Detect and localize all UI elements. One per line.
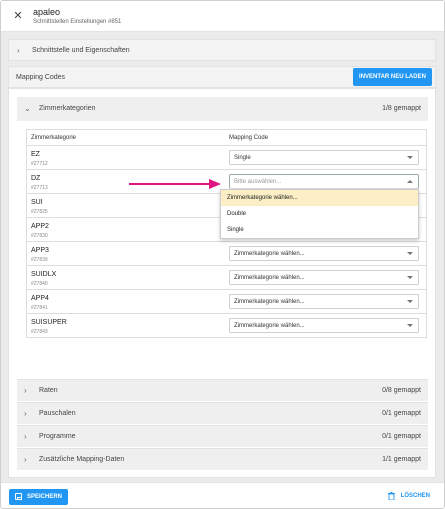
delete-button[interactable]: LÖSCHEN: [387, 492, 430, 500]
mapping-codes-bar: Mapping Codes INVENTAR NEU LADEN: [8, 66, 436, 88]
category-id: #27713: [31, 185, 48, 191]
category-code: SUISUPER: [31, 319, 67, 326]
category-code: SUIDLX: [31, 271, 57, 278]
mapping-select[interactable]: Zimmerkategorie wählen...: [229, 294, 419, 309]
section-label: Pauschalen: [39, 410, 76, 417]
mapping-select[interactable]: Zimmerkategorie wählen...: [229, 318, 419, 333]
select-placeholder: Bitte auswählen...: [234, 179, 282, 185]
mapping-select[interactable]: Zimmerkategorie wählen...: [229, 246, 419, 261]
mapped-count: 0/1 gemappt: [382, 410, 421, 417]
select-value: Zimmerkategorie wählen...: [234, 323, 305, 329]
save-icon: [15, 493, 22, 500]
section-zimmerkategorien-header[interactable]: ⌄ Zimmerkategorien 1/8 gemappt: [17, 97, 428, 121]
table-row: APP4 #27841 Zimmerkategorie wählen...: [27, 290, 426, 314]
section-label: Zusätzliche Mapping-Daten: [39, 456, 125, 463]
caret-down-icon: [407, 300, 413, 303]
delete-label: LÖSCHEN: [400, 493, 430, 499]
chevron-right-icon: ›: [24, 432, 27, 441]
column-header-mapping: Mapping Code: [229, 135, 269, 141]
dialog: ✕ apaleo Schnittstellen Einstellungen #8…: [0, 0, 445, 509]
dialog-footer: SPEICHERN LÖSCHEN: [1, 482, 444, 508]
category-code: DZ: [31, 175, 41, 182]
mapped-count: 0/1 gemappt: [382, 433, 421, 440]
caret-down-icon: [407, 324, 413, 327]
table-row: APP3 #27839 Zimmerkategorie wählen...: [27, 242, 426, 266]
table-header: Zimmerkategorie Mapping Code: [27, 130, 426, 146]
chevron-right-icon: ›: [24, 409, 27, 418]
category-id: #27830: [31, 233, 48, 239]
chevron-right-icon: ›: [24, 455, 27, 464]
trash-icon: [387, 492, 395, 500]
mapping-codes-label: Mapping Codes: [16, 74, 66, 81]
save-label: SPEICHERN: [27, 494, 63, 500]
mapping-panel: ⌄ Zimmerkategorien 1/8 gemappt Zimmerkat…: [8, 88, 436, 478]
caret-down-icon: [407, 156, 413, 159]
dropdown-option[interactable]: Single: [221, 222, 418, 238]
save-button[interactable]: SPEICHERN: [9, 489, 68, 505]
table-row: SUISUPER #27843 Zimmerkategorie wählen..…: [27, 314, 426, 338]
section-label: Zimmerkategorien: [39, 105, 96, 112]
chevron-right-icon: ›: [17, 46, 20, 55]
caret-down-icon: [407, 252, 413, 255]
mapping-dropdown-menu: Zimmerkategorie wählen... Double Single: [220, 189, 419, 239]
mapped-count: 0/8 gemappt: [382, 387, 421, 394]
category-id: #27839: [31, 257, 48, 263]
table-row: SUIDLX #27840 Zimmerkategorie wählen...: [27, 266, 426, 290]
select-value: Zimmerkategorie wählen...: [234, 251, 305, 257]
dropdown-option[interactable]: Zimmerkategorie wählen...: [221, 190, 418, 206]
select-value: Zimmerkategorie wählen...: [234, 299, 305, 305]
category-code: APP2: [31, 223, 49, 230]
dialog-content: › Schnittstelle und Eigenschaften Mappin…: [1, 32, 444, 482]
annotation-arrow: [129, 179, 221, 189]
section-programme[interactable]: › Programme 0/1 gemappt: [17, 425, 428, 447]
mapping-select[interactable]: Zimmerkategorie wählen...: [229, 270, 419, 285]
section-additional-mapping[interactable]: › Zusätzliche Mapping-Daten 1/1 gemappt: [17, 448, 428, 470]
dialog-header: ✕ apaleo Schnittstellen Einstellungen #8…: [1, 1, 444, 32]
category-id: #27841: [31, 305, 48, 311]
category-id: #27712: [31, 161, 48, 167]
category-code: EZ: [31, 151, 40, 158]
chevron-right-icon: ›: [24, 386, 27, 395]
category-id: #27840: [31, 281, 48, 287]
category-code: SUI: [31, 199, 43, 206]
table-row: EZ #27712 Single: [27, 146, 426, 170]
section-raten[interactable]: › Raten 0/8 gemappt: [17, 379, 428, 401]
caret-down-icon: [407, 276, 413, 279]
section-label: Programme: [39, 433, 76, 440]
category-code: APP4: [31, 295, 49, 302]
mapping-select[interactable]: Single: [229, 150, 419, 165]
dialog-subtitle: Schnittstellen Einstellungen #851: [33, 19, 122, 25]
section-label: Schnittstelle und Eigenschaften: [32, 47, 130, 54]
select-value: Single: [234, 155, 251, 161]
caret-up-icon: [407, 180, 413, 183]
category-id: #27825: [31, 209, 48, 215]
dialog-title: apaleo: [33, 7, 61, 17]
reload-inventory-button[interactable]: INVENTAR NEU LADEN: [353, 68, 432, 86]
section-pauschalen[interactable]: › Pauschalen 0/1 gemappt: [17, 402, 428, 424]
select-value: Zimmerkategorie wählen...: [234, 275, 305, 281]
mapped-count: 1/1 gemappt: [382, 456, 421, 463]
close-icon[interactable]: ✕: [12, 10, 24, 22]
dropdown-option[interactable]: Double: [221, 206, 418, 222]
section-label: Raten: [39, 387, 58, 394]
mapped-count: 1/8 gemappt: [382, 105, 421, 112]
chevron-down-icon: ⌄: [24, 104, 31, 113]
section-interface-properties[interactable]: › Schnittstelle und Eigenschaften: [8, 39, 436, 61]
column-header-category: Zimmerkategorie: [31, 135, 77, 141]
mapping-select-open[interactable]: Bitte auswählen...: [229, 174, 419, 189]
category-id: #27843: [31, 329, 48, 335]
category-code: APP3: [31, 247, 49, 254]
